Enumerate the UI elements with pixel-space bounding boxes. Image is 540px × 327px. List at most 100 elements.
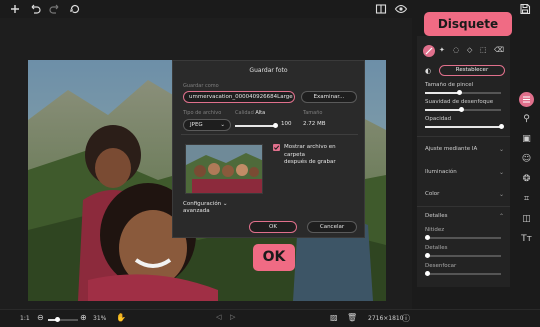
section-details-label: Detalles (425, 213, 448, 219)
sharpness-slider[interactable] (425, 235, 501, 240)
file-type-label: Tipo de archivo (183, 110, 222, 116)
show-file-label-line3: después de grabar (284, 159, 336, 165)
eye-icon[interactable] (394, 2, 408, 16)
quality-label: Calidad Alta (235, 110, 265, 116)
feather-slider[interactable] (425, 107, 501, 112)
sharpness-label: Nitidez (425, 227, 445, 233)
ratio-label[interactable]: 1:1 (20, 315, 30, 322)
reset-button[interactable]: Restablecer (439, 65, 505, 76)
chevron-down-icon: ⌄ (220, 122, 225, 128)
quality-slider-knob[interactable] (273, 123, 278, 128)
polygon-lasso-icon[interactable]: ◇ (467, 46, 472, 54)
ok-callout-label: OK (262, 249, 286, 265)
chevron-down-icon: ⌄ (498, 191, 504, 198)
size-value: 2.72 MB (303, 121, 326, 127)
detail-knob[interactable] (425, 253, 430, 258)
blur-slider[interactable] (425, 271, 501, 276)
photo-edit-icon[interactable]: ▣ (520, 133, 533, 146)
brush-size-slider[interactable] (425, 90, 501, 95)
image-dimensions: 2716×1810 (368, 315, 404, 322)
brush-size-knob[interactable] (457, 90, 462, 95)
detail-slider[interactable] (425, 253, 501, 258)
quality-value: 100 (281, 121, 292, 127)
section-color[interactable]: Color ⌄ (425, 191, 504, 198)
advanced-label-line1: Configuración (183, 201, 222, 207)
chevron-up-icon: ⌃ (498, 213, 504, 220)
brush-size-fill (425, 92, 459, 94)
advanced-label-line2: avanzada (183, 208, 210, 214)
quality-label-text: Calidad (235, 110, 254, 116)
show-file-label-line2: carpeta (284, 151, 306, 158)
feather-fill (425, 109, 461, 111)
selection-icon[interactable]: ⬚ (480, 46, 487, 54)
blur-label: Desenfocar (425, 263, 457, 269)
feather-knob[interactable] (459, 107, 464, 112)
text-icon[interactable]: Tт (520, 233, 533, 246)
save-photo-dialog: Guardar foto Guardar como ummervacation_… (172, 60, 365, 238)
image-icon[interactable]: ▨ (330, 313, 338, 322)
browse-button[interactable]: Examinar... (301, 91, 357, 103)
brush-tool-icon[interactable] (423, 45, 435, 57)
adjustments-icon[interactable] (519, 92, 534, 107)
save-callout: Disquete (424, 12, 512, 36)
zoom-knob[interactable] (55, 317, 60, 322)
filename-label: Guardar como (183, 83, 219, 89)
zoom-in-icon[interactable]: ⊕ (80, 313, 87, 322)
zoom-slider[interactable] (48, 317, 78, 322)
zoom-out-icon[interactable]: ⊖ (37, 313, 44, 322)
divider (181, 134, 358, 135)
undo-icon[interactable] (28, 2, 42, 16)
adjustments-panel: ✦ ◌ ◇ ⬚ ⌫ ◐ Restablecer Tamaño de pincel… (417, 36, 510, 287)
file-type-select[interactable]: JPEG ⌄ (183, 119, 231, 131)
crop-icon[interactable]: ⌗ (520, 193, 533, 206)
opacity-knob[interactable] (499, 124, 504, 129)
opacity-slider[interactable] (425, 124, 504, 129)
ok-button[interactable]: OK (249, 221, 297, 233)
brush-size-label: Tamaño de pincel (425, 82, 474, 88)
zoom-percent: 31% (93, 315, 107, 322)
chevron-down-icon: ⌄ (498, 146, 504, 153)
effects-icon[interactable]: ❂ (520, 173, 533, 186)
eraser-icon[interactable]: ⌫ (494, 46, 504, 54)
dialog-title: Guardar foto (249, 67, 288, 74)
frame-icon[interactable]: ◫ (520, 213, 533, 226)
advanced-settings-toggle[interactable]: Configuración ⌄ avanzada (183, 201, 228, 215)
refresh-icon[interactable] (68, 2, 82, 16)
file-type-value: JPEG (190, 122, 203, 128)
plus-icon[interactable] (8, 2, 22, 16)
quality-slider[interactable] (235, 123, 278, 128)
magic-wand-icon[interactable]: ✦ (439, 46, 445, 54)
filename-input[interactable]: ummervacation_000040926684Large 1 (183, 91, 295, 103)
detail-label: Detalles (425, 245, 448, 251)
trash-icon[interactable]: 🗑 (347, 313, 357, 322)
section-lighting-label: Iluminación (425, 169, 457, 175)
info-icon[interactable]: ⓘ (402, 313, 410, 324)
lasso-icon[interactable]: ◌ (453, 46, 459, 54)
face-icon[interactable]: ☺ (520, 153, 533, 166)
cancel-button[interactable]: Cancelar (307, 221, 357, 233)
divider (417, 206, 510, 207)
chevron-down-icon: ⌄ (222, 201, 228, 207)
sharpness-knob[interactable] (425, 235, 430, 240)
show-file-label: Mostrar archivo en carpeta después de gr… (284, 144, 336, 167)
divider (417, 136, 510, 137)
save-icon[interactable] (518, 2, 532, 16)
show-file-label-line1: Mostrar archivo en (284, 144, 336, 150)
stamp-icon[interactable]: ⚲ (520, 113, 533, 126)
mask-icon[interactable]: ◐ (425, 67, 431, 75)
split-view-icon[interactable] (374, 2, 388, 16)
hand-icon[interactable]: ✋ (116, 313, 126, 322)
section-details[interactable]: Detalles ⌃ (425, 213, 504, 220)
redo-icon[interactable] (48, 2, 62, 16)
feather-label: Suavidad de desenfoque (425, 99, 494, 105)
opacity-fill (425, 126, 501, 128)
section-ai-adjust-label: Ajuste mediante IA (425, 146, 478, 152)
section-lighting[interactable]: Iluminación ⌄ (425, 169, 504, 176)
next-icon[interactable]: ▷ (230, 313, 235, 321)
section-color-label: Color (425, 191, 440, 197)
show-file-checkbox[interactable] (273, 144, 280, 151)
blur-knob[interactable] (425, 271, 430, 276)
save-callout-label: Disquete (437, 17, 499, 31)
prev-icon[interactable]: ◁ (216, 313, 221, 321)
section-ai-adjust[interactable]: Ajuste mediante IA ⌄ (425, 146, 504, 153)
